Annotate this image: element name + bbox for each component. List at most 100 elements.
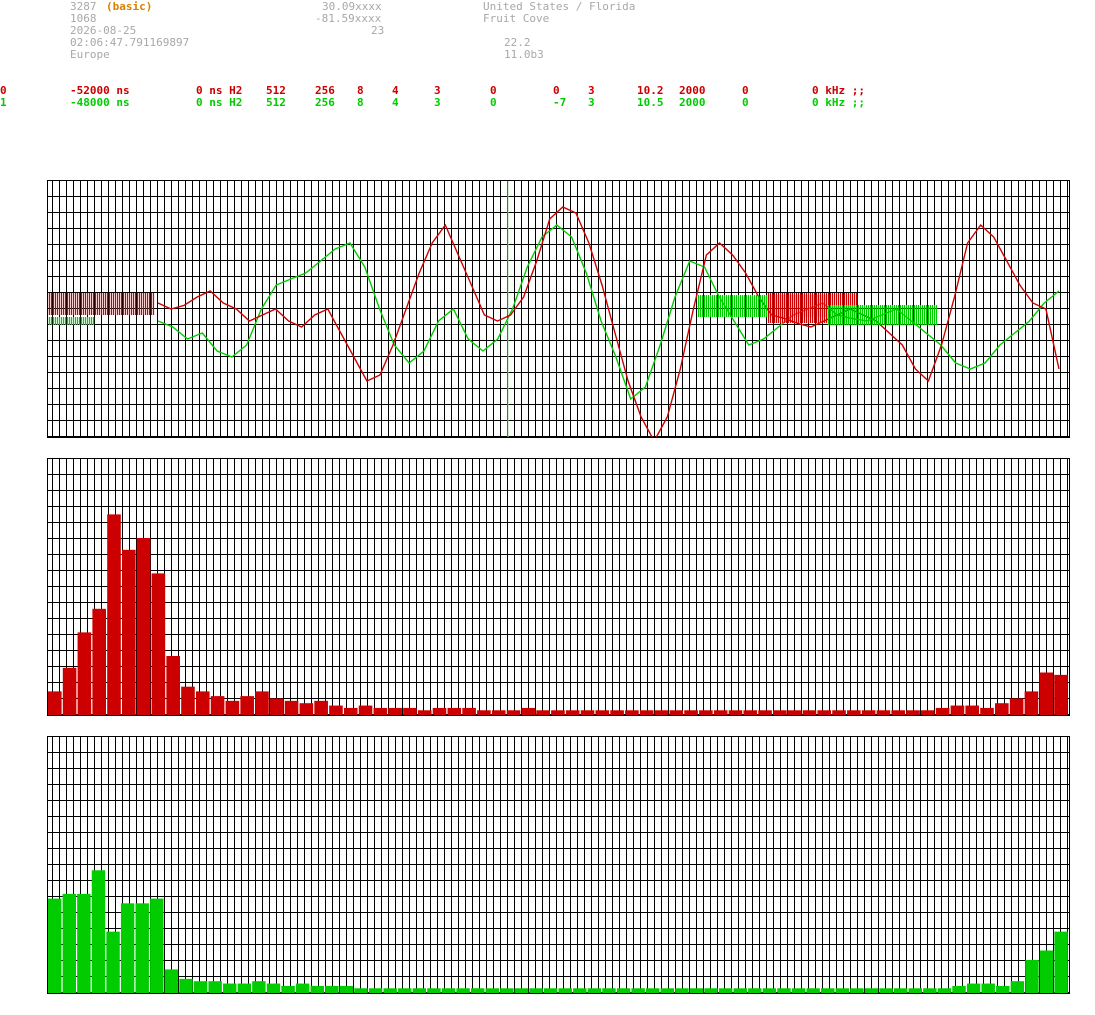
spectrum-bar (514, 988, 529, 993)
spectrum-bar (77, 893, 91, 993)
ch1-v12: 10.5 (637, 96, 664, 109)
spectrum-bar (1054, 931, 1068, 993)
spectrum-bar (965, 705, 980, 715)
spectrum-bar (208, 981, 222, 993)
spectrum-bar (821, 988, 835, 993)
spectrum-bar (787, 710, 802, 715)
spectrum-bar (195, 691, 210, 715)
spectrum-bar (223, 983, 237, 993)
spectrum-bar (470, 988, 485, 993)
spectrum-bar (281, 985, 295, 993)
spectrum-bar (284, 700, 299, 715)
ch1-v10: -7 (553, 96, 567, 109)
spectrum-bar (935, 707, 950, 715)
spectrum-bar (121, 549, 136, 715)
spectrum-bar (299, 703, 314, 715)
spectrum-bar (587, 988, 602, 993)
spectrum-bar (1025, 959, 1039, 993)
spectrum-bar (543, 988, 558, 993)
spectrum-bar (923, 988, 937, 993)
spectrum-bar (713, 710, 728, 715)
altitude-label: 23 (371, 24, 385, 37)
spectrum-bar (447, 707, 462, 715)
spectrum-bar (1054, 674, 1068, 715)
spectrum-bar (225, 700, 240, 715)
spectrum-bar (477, 710, 491, 715)
spectrum-bar (237, 983, 252, 993)
spectrum-bar (835, 988, 850, 993)
ch1-index: 1 (0, 96, 7, 109)
spectrum-bar (1024, 691, 1039, 715)
spectrum-bar (937, 988, 952, 993)
spectrum-bar (758, 710, 772, 715)
spectrum-bar (850, 988, 864, 993)
spectrum-bar (106, 931, 120, 993)
spectrum-bar (339, 985, 354, 993)
spectrum-panel-channel1 (47, 736, 1070, 994)
spectrum-bar (625, 710, 639, 715)
spectrum-bar (631, 988, 645, 993)
spectrum-bar (602, 988, 616, 993)
spectrum-bar (193, 981, 208, 993)
ch1-offset: -48000 ns (70, 96, 130, 109)
spectrum-bar (314, 700, 328, 715)
value2-label: 11.0b3 (504, 48, 544, 61)
spectrum-bar (329, 705, 343, 715)
spectrum-bar (354, 988, 368, 993)
spectrum-bar (773, 710, 787, 715)
spectrum-bar (150, 898, 164, 993)
spectrum-bar (91, 870, 106, 993)
spectrum-bar (1039, 672, 1054, 715)
ch1-v13: 2000 (679, 96, 706, 109)
spectrum-bar (996, 985, 1010, 993)
spectrum-chart-channel1 (48, 737, 1069, 993)
spectrum-bar (491, 710, 506, 715)
spectrum-bar (120, 903, 135, 993)
spectrum-bar (806, 988, 820, 993)
spectrum-bar (1009, 698, 1024, 715)
spectrum-bar (441, 988, 456, 993)
spectrum-bar (107, 514, 121, 715)
spectrum-bar (266, 983, 281, 993)
spectrum-bar (166, 656, 180, 715)
spectrum-bar (255, 691, 269, 715)
region-label: Europe (70, 48, 110, 61)
spectrum-bar (580, 710, 595, 715)
spectrum-bar (310, 985, 324, 993)
spectrum-bar (456, 988, 470, 993)
spectrum-bar (675, 988, 689, 993)
spectrum-bar (832, 710, 846, 715)
channel-row-1: 1 -48000 ns 0 ns H2 512 256 8 4 3 0 -7 3… (0, 96, 865, 289)
grid (48, 459, 1069, 715)
spectrum-bar (921, 710, 935, 715)
spectrum-bar (417, 710, 432, 715)
noise-block-channel1 (48, 317, 95, 325)
spectrum-bar (1039, 950, 1054, 993)
spectrum-bars-channel0 (48, 514, 1068, 715)
waveform-chart (48, 181, 1069, 437)
spectrum-bar (151, 573, 166, 715)
ch1-v4: 512 (266, 96, 286, 109)
spectrum-bar (240, 696, 254, 715)
spectrum-bar (558, 988, 572, 993)
spectrum-bar (908, 988, 922, 993)
spectrum-bar (981, 983, 995, 993)
spectrum-bar (718, 988, 733, 993)
spectrum-bar (506, 710, 521, 715)
mode-label: (basic) (106, 0, 153, 13)
city-label: Fruit Cove (483, 12, 550, 25)
spectrum-bar (660, 988, 675, 993)
spectrum-bar (48, 898, 62, 993)
spectrum-bar (403, 707, 417, 715)
ch1-v15: 0 kHz ;; (812, 96, 865, 109)
spectrum-bar (980, 707, 994, 715)
spectrum-bar (906, 710, 920, 715)
waveform-series-channel0 (157, 206, 1060, 437)
spectrum-panel-channel0 (47, 458, 1070, 716)
spectrum-bar (181, 686, 195, 715)
spectrum-bar (728, 710, 743, 715)
spectrum-bar (595, 710, 610, 715)
spectrum-bar (485, 988, 499, 993)
spectrum-bar (654, 710, 669, 715)
spectrum-bar (1010, 981, 1025, 993)
